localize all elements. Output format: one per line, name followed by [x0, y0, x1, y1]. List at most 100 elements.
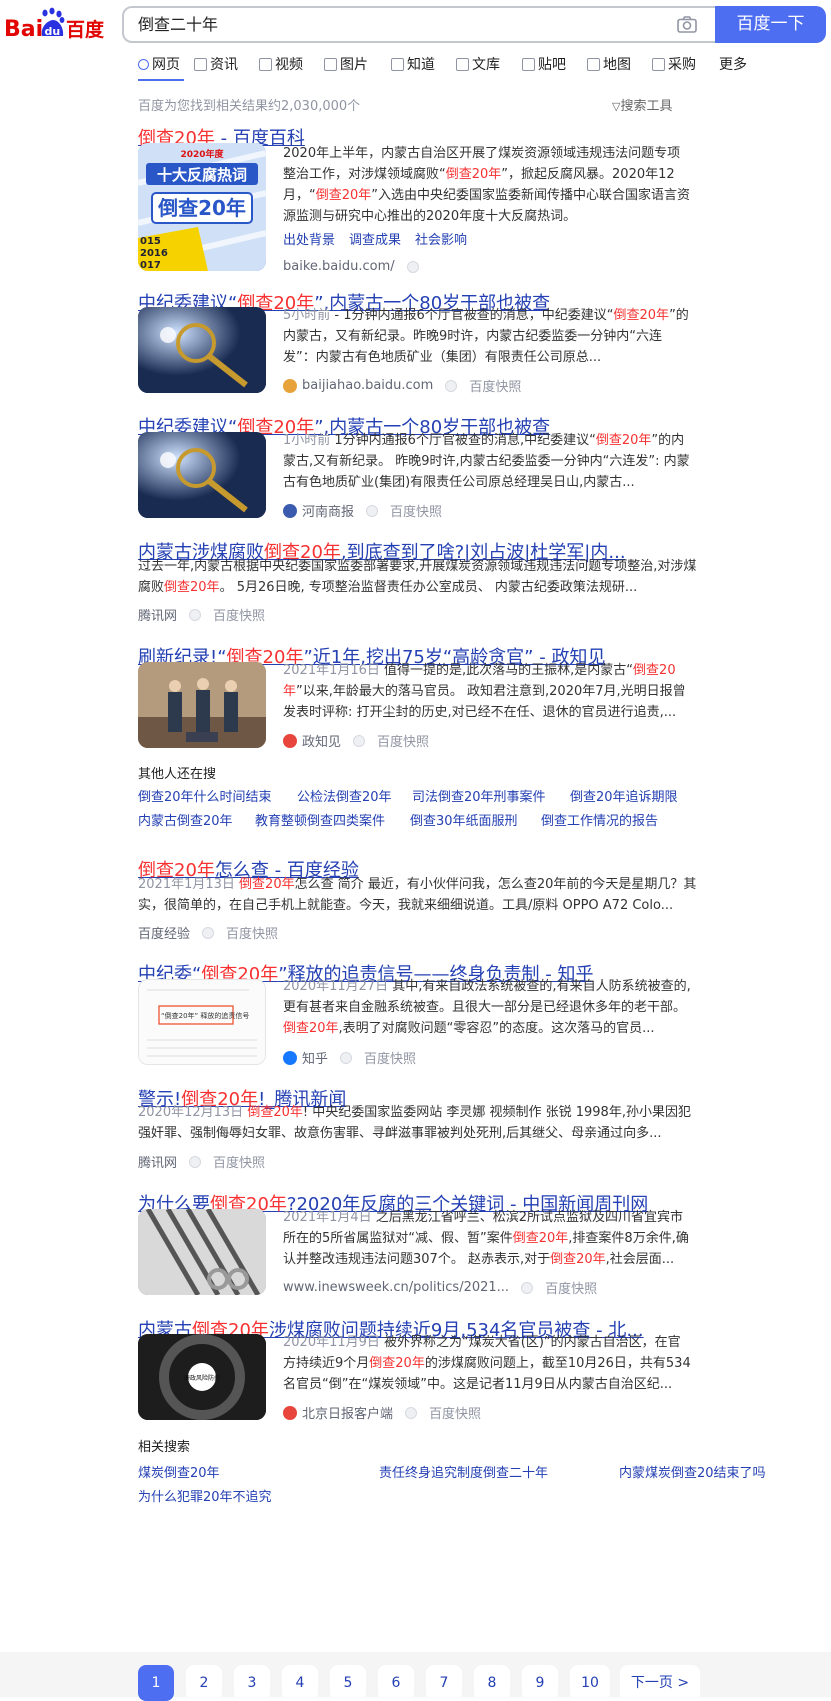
result-snippet: 过去一年,内蒙古根据中央纪委国家监委部署要求,开展煤炭资源领域违规违法问题专项整…	[138, 556, 698, 598]
result-thumbnail[interactable]	[138, 662, 266, 748]
page-8-button[interactable]: 8	[474, 1665, 510, 1701]
more-dot-icon[interactable]	[366, 504, 379, 517]
others-search-link[interactable]: 倒查20年什么时间结束	[138, 786, 272, 805]
related-search-link[interactable]: 煤炭倒查20年	[138, 1462, 220, 1481]
snippet-time: 2020年12月13日	[138, 1105, 244, 1120]
related-search-link[interactable]: 责任终身追究制度倒查二十年	[379, 1462, 548, 1481]
others-search-link[interactable]: 倒查20年追诉期限	[570, 786, 678, 805]
baidu-logo[interactable]: Bai du 百度	[4, 6, 108, 42]
search-box[interactable]	[122, 6, 715, 43]
page-6-button[interactable]: 6	[378, 1665, 414, 1701]
others-search-link[interactable]: 倒查30年纸面服刑	[410, 810, 518, 829]
result-source: www.inewsweek.cn/politics/2021... 百度快照	[283, 1278, 597, 1297]
snippet-time: 5小时前	[283, 308, 331, 323]
more-dot-icon[interactable]	[521, 1281, 534, 1294]
tab-3[interactable]: 图片	[324, 54, 368, 74]
result-thumbnail[interactable]	[138, 307, 266, 393]
tab-7[interactable]: 地图	[587, 54, 631, 74]
tab-2[interactable]: 视频	[259, 54, 303, 74]
search-button[interactable]: 百度一下	[715, 6, 826, 43]
others-search-link[interactable]: 公检法倒查20年	[297, 786, 392, 805]
more-dot-icon[interactable]	[406, 260, 419, 273]
kuaizhao-link[interactable]: 百度快照	[226, 923, 278, 942]
source-name[interactable]: 腾讯网	[138, 1152, 177, 1171]
others-search-link[interactable]: 倒查工作情况的报告	[541, 810, 658, 829]
tab-5[interactable]: 文库	[456, 54, 500, 74]
thumb-year: 2016	[140, 248, 168, 259]
purchase-icon	[652, 57, 665, 71]
tab-6[interactable]: 贴吧	[522, 54, 566, 74]
source-name[interactable]: 北京日报客户端	[302, 1403, 393, 1422]
more-dot-icon[interactable]	[202, 926, 215, 939]
source-name[interactable]: baijiahao.baidu.com	[302, 378, 433, 393]
next-page-button[interactable]: 下一页 >	[620, 1665, 700, 1701]
more-dot-icon[interactable]	[340, 1051, 353, 1064]
result-thumbnail[interactable]	[138, 1209, 266, 1295]
search-tools-button[interactable]: ▽搜索工具	[612, 95, 672, 114]
page-5-button[interactable]: 5	[330, 1665, 366, 1701]
search-icon	[138, 58, 149, 70]
source-name[interactable]: www.inewsweek.cn/politics/2021...	[283, 1280, 509, 1295]
zhidao-icon	[391, 57, 404, 71]
others-search-link[interactable]: 教育整顿倒查四类案件	[255, 810, 385, 829]
page-10-button[interactable]: 10	[570, 1665, 610, 1701]
more-dot-icon[interactable]	[445, 379, 458, 392]
more-dot-icon[interactable]	[353, 734, 366, 747]
snippet-time: 2020年11月9日	[283, 1335, 380, 1350]
more-dot-icon[interactable]	[189, 608, 202, 621]
result-thumbnail[interactable]: 廉政风险防控	[138, 1334, 266, 1420]
tab-9[interactable]: 更多	[719, 54, 747, 74]
camera-icon[interactable]	[677, 16, 697, 33]
tab-8[interactable]: 采购	[652, 54, 696, 74]
page-1-button[interactable]: 1	[138, 1665, 174, 1701]
thumb-year-label: 2020年度	[180, 148, 224, 160]
page-3-button[interactable]: 3	[234, 1665, 270, 1701]
kuaizhao-link[interactable]: 百度快照	[469, 376, 521, 395]
source-name[interactable]: baike.baidu.com/	[283, 259, 395, 274]
result-thumbnail[interactable]	[138, 432, 266, 518]
page-4-button[interactable]: 4	[282, 1665, 318, 1701]
baike-sublink[interactable]: 社会影响	[415, 233, 467, 248]
tab-1[interactable]: 资讯	[194, 54, 238, 74]
source-name[interactable]: 腾讯网	[138, 605, 177, 624]
tab-0[interactable]: 网页	[138, 54, 180, 74]
related-search-link[interactable]: 为什么犯罪20年不追究	[138, 1486, 272, 1505]
baike-thumbnail[interactable]: 2020年度 十大反腐热词 倒查20年 015 2016 017	[138, 143, 266, 271]
kuaizhao-link[interactable]: 百度快照	[429, 1403, 481, 1422]
result-snippet: 1小时前 1分钟内通报6个厅官被查的消息,中纪委建议“倒查20年”的内蒙古,又有…	[283, 430, 693, 493]
page-2-button[interactable]: 2	[186, 1665, 222, 1701]
more-dot-icon[interactable]	[405, 1406, 418, 1419]
source-avatar	[283, 733, 297, 748]
more-dot-icon[interactable]	[189, 1155, 202, 1168]
thumb-caption: “倒查20年” 释放的追责信号	[161, 1011, 249, 1020]
others-search-link[interactable]: 司法倒查20年刑事案件	[412, 786, 546, 805]
kuaizhao-link[interactable]: 百度快照	[213, 1152, 265, 1171]
result-count: 百度为您找到相关结果约2,030,000个	[138, 99, 361, 114]
image-icon	[324, 57, 337, 71]
kuaizhao-link[interactable]: 百度快照	[364, 1048, 416, 1067]
baike-sublink[interactable]: 出处背景	[283, 233, 335, 248]
source-name[interactable]: 知乎	[302, 1048, 328, 1067]
tab-4[interactable]: 知道	[391, 54, 435, 74]
kuaizhao-link[interactable]: 百度快照	[545, 1278, 597, 1297]
kuaizhao-link[interactable]: 百度快照	[213, 605, 265, 624]
logo-text-du: du	[45, 25, 61, 38]
page-7-button[interactable]: 7	[426, 1665, 462, 1701]
kuaizhao-link[interactable]: 百度快照	[390, 501, 442, 520]
result-thumbnail[interactable]: “倒查20年” 释放的追责信号	[138, 979, 266, 1065]
pagination-bar	[0, 1652, 831, 1697]
source-avatar	[283, 1405, 297, 1420]
active-tab-underline	[138, 79, 184, 81]
baike-sublink[interactable]: 调查成果	[349, 233, 401, 248]
source-name[interactable]: 百度经验	[138, 923, 190, 942]
others-search-title: 其他人还在搜	[138, 767, 217, 782]
kuaizhao-link[interactable]: 百度快照	[377, 731, 429, 750]
related-search-link[interactable]: 内蒙煤炭倒查20结束了吗	[619, 1462, 766, 1481]
source-name[interactable]: 河南商报	[302, 501, 354, 520]
news-icon	[194, 57, 207, 71]
wenku-icon	[456, 57, 469, 71]
source-name[interactable]: 政知见	[302, 731, 341, 750]
search-input[interactable]	[138, 8, 638, 41]
page-9-button[interactable]: 9	[522, 1665, 558, 1701]
others-search-link[interactable]: 内蒙古倒查20年	[138, 810, 233, 829]
